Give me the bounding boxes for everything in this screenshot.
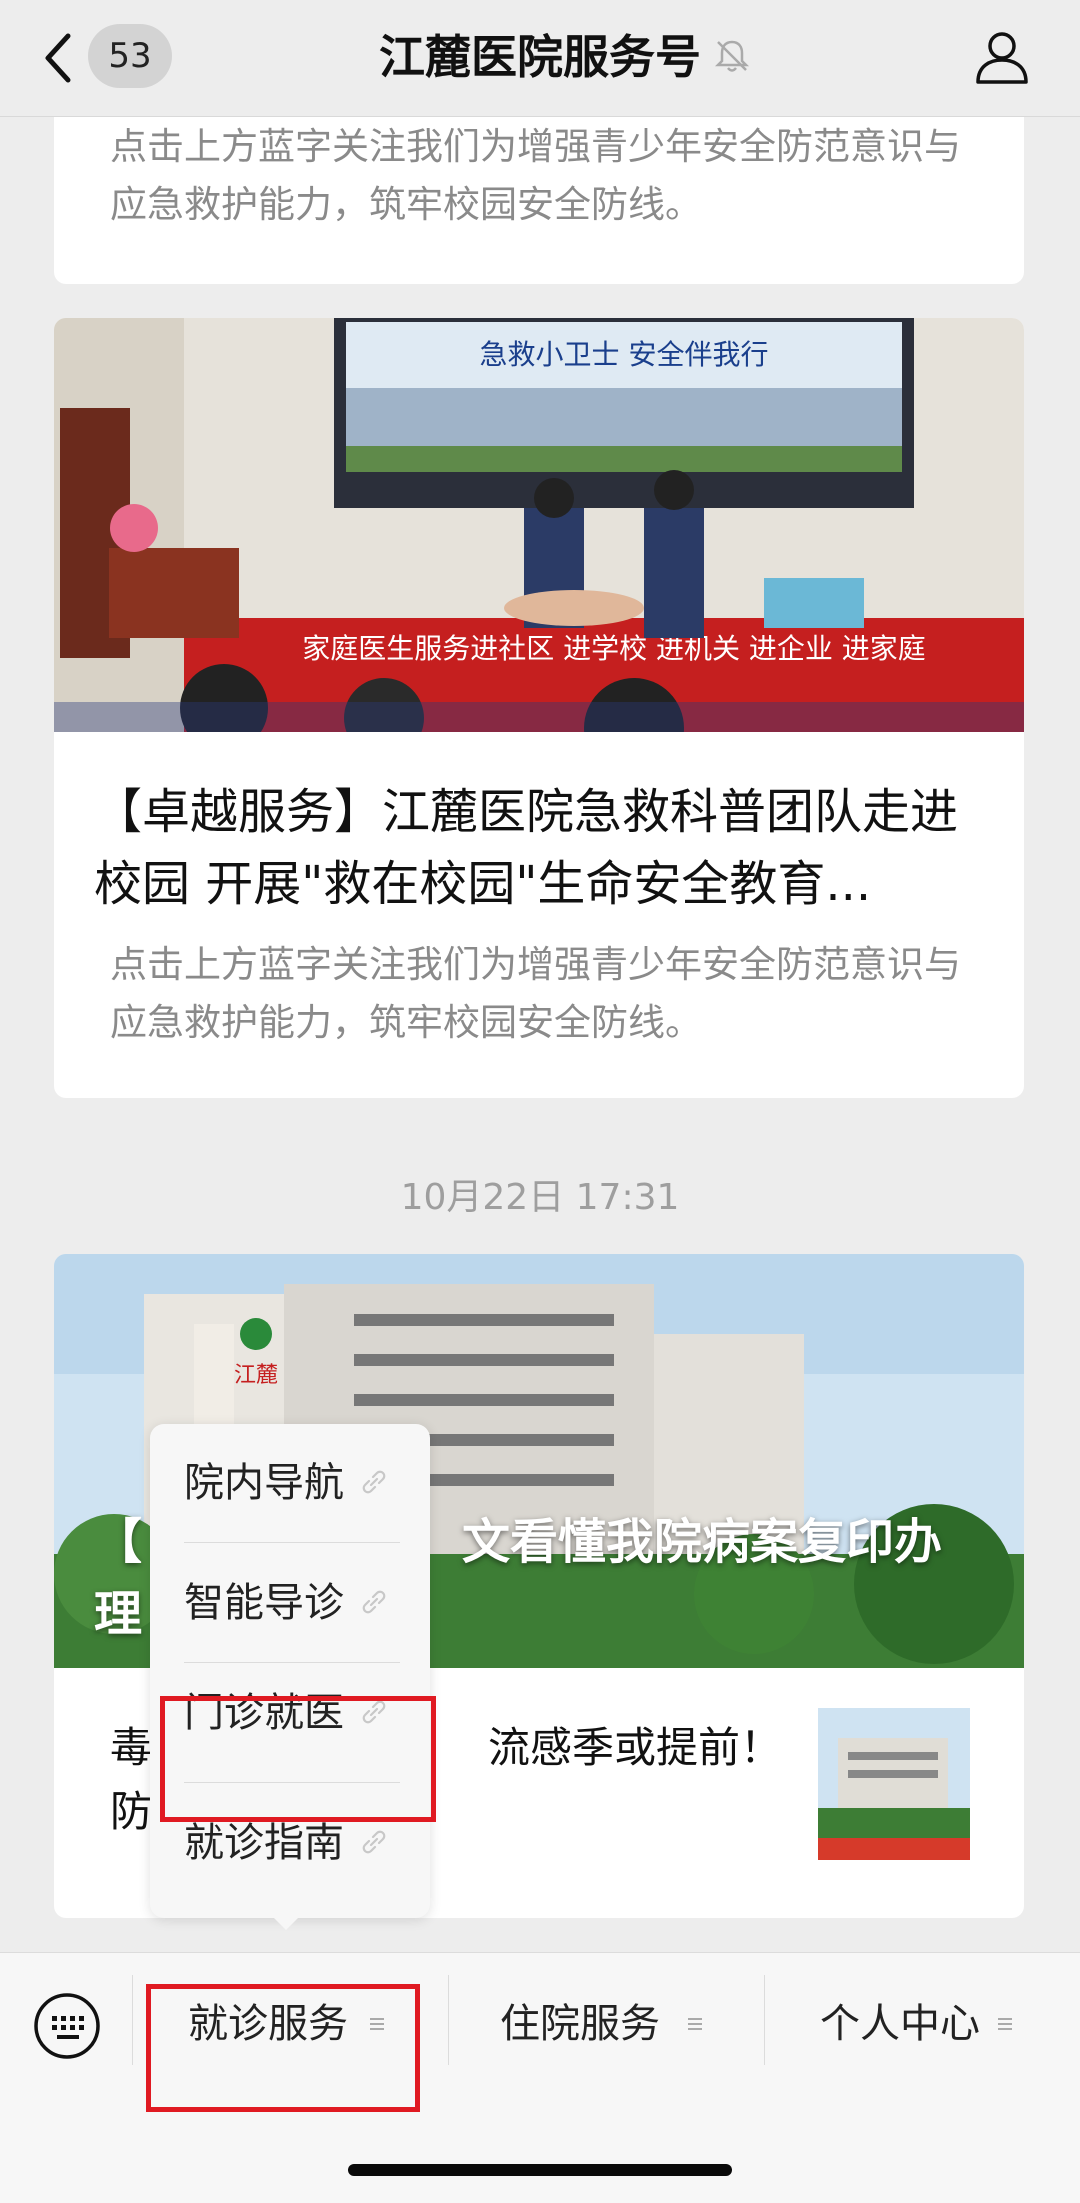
article-card[interactable]: 急救小卫士 安全伴我行 家庭医生服务进社区 进学校 进机关 进企业 进家庭 【卓… xyxy=(54,318,1024,1098)
submenu-item-navigation[interactable]: 院内导航 xyxy=(184,1424,400,1543)
unread-count-badge[interactable]: 53 xyxy=(88,24,172,88)
highlight-box xyxy=(146,1984,420,2112)
highlight-box xyxy=(160,1696,436,1822)
building-sign: 江麓 xyxy=(234,1363,278,1388)
tab-label: 个人中心 xyxy=(820,2001,980,2047)
tab-inpatient-services[interactable]: 住院服务 xyxy=(500,1985,720,2065)
table-banner-text: 家庭医生服务进社区 进学校 进机关 进企业 进家庭 xyxy=(302,632,926,665)
article-thumbnail xyxy=(818,1708,970,1860)
overlay-title-line2: 理 xyxy=(94,1586,143,1642)
top-nav-bar: 53 江麓医院服务号 xyxy=(0,0,1080,117)
submenu-pointer xyxy=(270,1914,302,1930)
menu-divider xyxy=(448,1975,449,2065)
home-indicator xyxy=(348,2164,732,2176)
article-card[interactable]: 点击上方蓝字关注我们为增强青少年安全防范意识与应急救护能力，筑牢校园安全防线。 xyxy=(54,100,1024,284)
service-submenu: 院内导航 智能导诊 门诊就医 就诊指南 xyxy=(150,1424,430,1918)
tab-personal-center[interactable]: 个人中心 xyxy=(820,1985,1050,2065)
subtitle-fragment: 流感季或提前！ xyxy=(488,1723,783,1772)
submenu-item-label: 院内导航 xyxy=(184,1460,344,1506)
overlay-title-start: 【 xyxy=(94,1514,143,1570)
message-timestamp: 10月22日 17:31 xyxy=(400,1177,680,1218)
page-title: 江麓医院服务号 xyxy=(379,30,701,84)
menu-divider xyxy=(764,1975,765,2065)
tab-label: 住院服务 xyxy=(500,2001,660,2047)
link-icon xyxy=(362,1590,386,1614)
article-cover-image: 急救小卫士 安全伴我行 家庭医生服务进社区 进学校 进机关 进企业 进家庭 xyxy=(54,318,1024,732)
menu-lines-icon xyxy=(998,2018,1012,2030)
subtitle-fragment: 毒 xyxy=(110,1723,153,1772)
mute-bell-icon xyxy=(714,40,750,72)
subtitle-fragment: 防 xyxy=(110,1787,153,1836)
banner-text: 急救小卫士 安全伴我行 xyxy=(480,338,769,371)
submenu-item-smart-triage[interactable]: 智能导诊 xyxy=(184,1544,400,1663)
article-headline: 【卓越服务】江麓医院急救科普团队走进校园 开展"救在校园"生命安全教育... xyxy=(94,784,959,912)
overlay-title-rest: 文看懂我院病案复印办 xyxy=(462,1514,943,1570)
keyboard-icon[interactable] xyxy=(32,1991,102,2061)
article-summary: 点击上方蓝字关注我们为增强青少年安全防范意识与应急救护能力，筑牢校园安全防线。 xyxy=(110,943,961,1044)
submenu-item-label: 就诊指南 xyxy=(184,1820,344,1866)
menu-lines-icon xyxy=(688,2018,702,2030)
user-profile-icon[interactable] xyxy=(972,26,1032,86)
link-icon xyxy=(362,1470,386,1494)
menu-divider xyxy=(132,1975,133,2065)
article-summary: 点击上方蓝字关注我们为增强青少年安全防范意识与应急救护能力，筑牢校园安全防线。 xyxy=(110,125,961,226)
submenu-item-label: 智能导诊 xyxy=(184,1580,344,1626)
back-icon[interactable] xyxy=(40,30,76,86)
link-icon xyxy=(362,1830,386,1854)
